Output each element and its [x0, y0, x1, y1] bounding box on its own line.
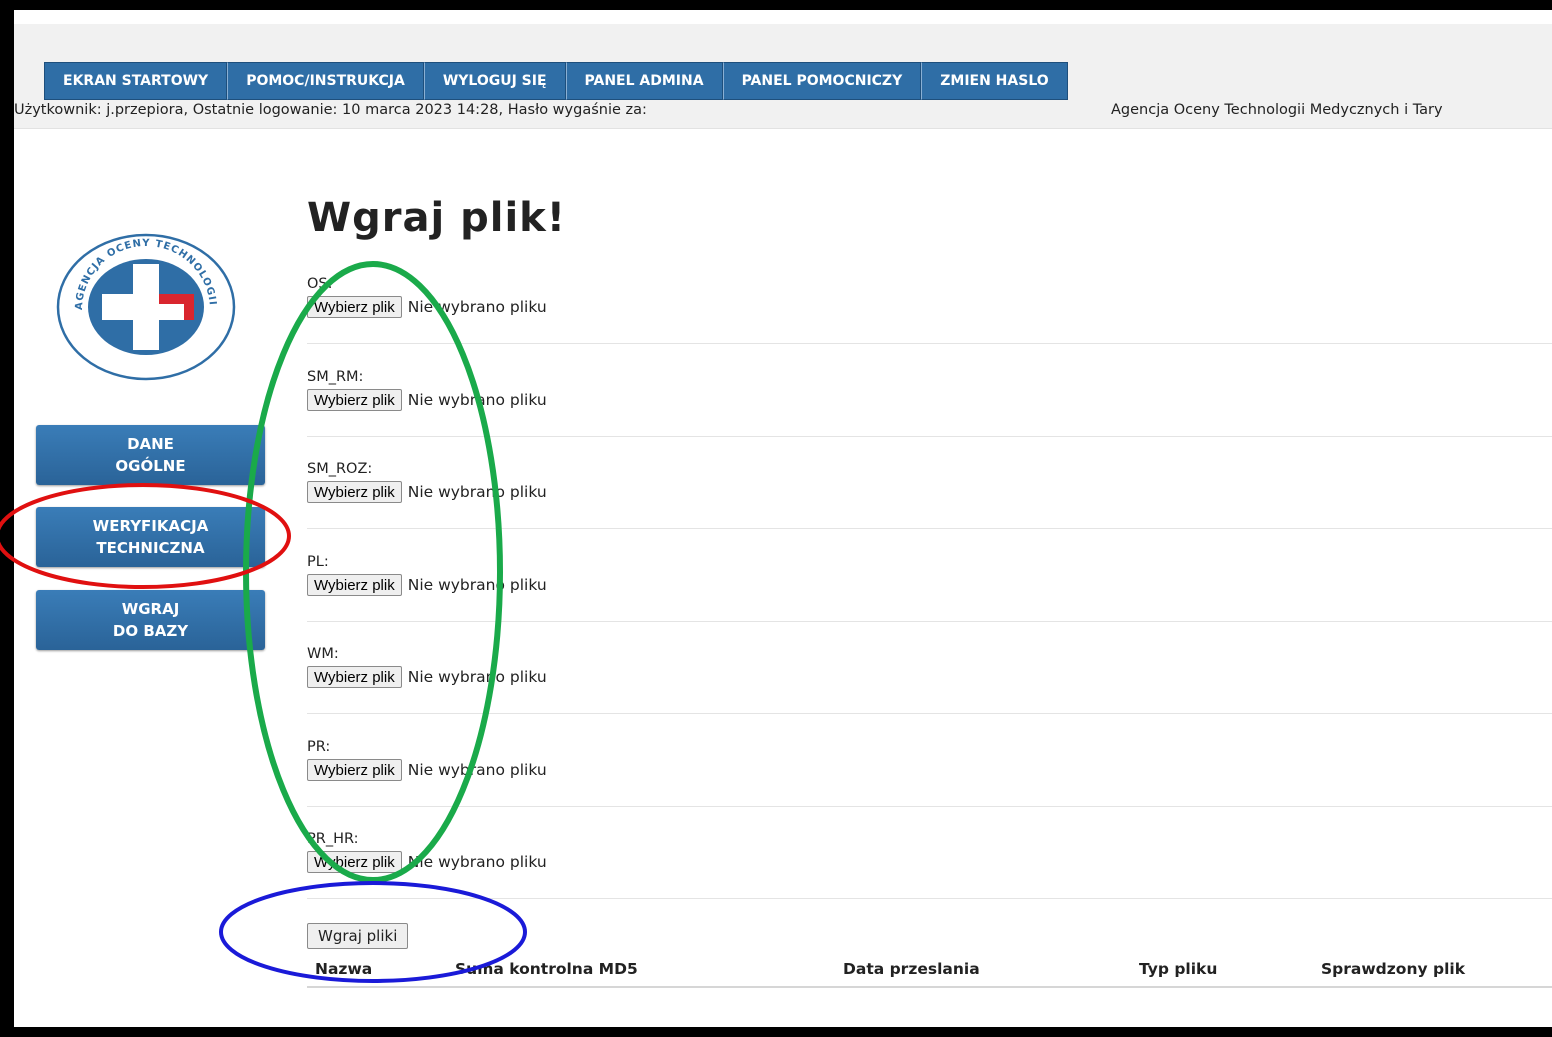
page-title: Wgraj plik! [307, 195, 567, 241]
no-file-text: Nie wybrano pliku [407, 483, 547, 501]
file-field-label: PR: [307, 739, 331, 755]
column-header-checked-file[interactable]: Sprawdzony plik [1321, 960, 1465, 978]
nav-button-help[interactable]: POMOC/INSTRUKCJA [227, 62, 424, 100]
file-input[interactable]: Wybierz plik Nie wybrano pliku [307, 389, 1552, 411]
file-input[interactable]: Wybierz plik Nie wybrano pliku [307, 666, 1552, 688]
sidebar-item-label: TECHNICZNA [96, 539, 205, 557]
choose-file-button[interactable]: Wybierz plik [307, 851, 402, 873]
sidebar-item-label: OGÓLNE [115, 457, 186, 475]
file-field-label: PL: [307, 554, 329, 570]
sidebar-item-label: WGRAJ [121, 600, 180, 618]
no-file-text: Nie wybrano pliku [407, 761, 547, 779]
choose-file-button[interactable]: Wybierz plik [307, 481, 402, 503]
no-file-text: Nie wybrano pliku [407, 391, 547, 409]
top-bar: EKRAN STARTOWY POMOC/INSTRUKCJA WYLOGUJ … [14, 24, 1552, 129]
organization-name: Agencja Oceny Technologii Medycznych i T… [1111, 102, 1443, 118]
file-field-label: SM_ROZ: [307, 461, 373, 477]
no-file-text: Nie wybrano pliku [407, 668, 547, 686]
nav-button-helper-panel[interactable]: PANEL POMOCNICZY [722, 62, 922, 100]
upload-files-button[interactable]: Wgraj pliki [307, 923, 409, 949]
sidebar-item-upload-to-database[interactable]: WGRAJ DO BAZY [36, 590, 265, 650]
sidebar-item-general-data[interactable]: DANE OGÓLNE [36, 425, 265, 485]
choose-file-button[interactable]: Wybierz plik [307, 389, 402, 411]
sidebar-item-label: WERYFIKACJA [92, 517, 209, 535]
file-field-pl: PL: Wybierz plik Nie wybrano pliku [307, 554, 1552, 622]
no-file-text: Nie wybrano pliku [407, 576, 547, 594]
file-field-sm-roz: SM_ROZ: Wybierz plik Nie wybrano pliku [307, 461, 1552, 529]
files-table-header: Nazwa Suma kontrolna MD5 Data przeslania… [307, 954, 1552, 988]
file-input[interactable]: Wybierz plik Nie wybrano pliku [307, 481, 1552, 503]
agency-logo: AGENCJA OCENY TECHNOLOGII MEDYCZNYCH I T… [54, 232, 236, 381]
nav-button-change-password[interactable]: ZMIEN HASLO [921, 62, 1068, 100]
nav-button-start-screen[interactable]: EKRAN STARTOWY [44, 62, 228, 100]
nav-button-logout[interactable]: WYLOGUJ SIĘ [423, 62, 566, 100]
file-field-pr: PR: Wybierz plik Nie wybrano pliku [307, 739, 1552, 807]
file-input[interactable]: Wybierz plik Nie wybrano pliku [307, 574, 1552, 596]
file-field-label: PR_HR: [307, 831, 359, 847]
sidebar-item-technical-verification[interactable]: WERYFIKACJA TECHNICZNA [36, 507, 265, 567]
file-input[interactable]: Wybierz plik Nie wybrano pliku [307, 759, 1552, 781]
choose-file-button[interactable]: Wybierz plik [307, 759, 402, 781]
choose-file-button[interactable]: Wybierz plik [307, 296, 402, 318]
column-header-md5[interactable]: Suma kontrolna MD5 [455, 960, 638, 978]
choose-file-button[interactable]: Wybierz plik [307, 574, 402, 596]
sidebar-item-label: DANE [127, 435, 174, 453]
file-field-label: OS: [307, 276, 333, 292]
app-window: EKRAN STARTOWY POMOC/INSTRUKCJA WYLOGUJ … [14, 10, 1552, 1027]
file-field-label: WM: [307, 646, 339, 662]
sidebar-item-label: DO BAZY [112, 622, 189, 640]
choose-file-button[interactable]: Wybierz plik [307, 666, 402, 688]
file-field-wm: WM: Wybierz plik Nie wybrano pliku [307, 646, 1552, 714]
nav-button-admin-panel[interactable]: PANEL ADMINA [565, 62, 723, 100]
no-file-text: Nie wybrano pliku [407, 298, 547, 316]
column-header-name[interactable]: Nazwa [315, 960, 372, 978]
file-field-label: SM_RM: [307, 369, 364, 385]
file-input[interactable]: Wybierz plik Nie wybrano pliku [307, 851, 1552, 873]
file-field-pr-hr: PR_HR: Wybierz plik Nie wybrano pliku [307, 831, 1552, 899]
column-header-file-type[interactable]: Typ pliku [1139, 960, 1217, 978]
file-input[interactable]: Wybierz plik Nie wybrano pliku [307, 296, 1552, 318]
file-field-sm-rm: SM_RM: Wybierz plik Nie wybrano pliku [307, 369, 1552, 437]
file-field-os: OS: Wybierz plik Nie wybrano pliku [307, 276, 1552, 344]
nav-bar: EKRAN STARTOWY POMOC/INSTRUKCJA WYLOGUJ … [44, 62, 1068, 100]
no-file-text: Nie wybrano pliku [407, 853, 547, 871]
user-status-line: Użytkownik: j.przepiora, Ostatnie logowa… [14, 102, 647, 118]
column-header-upload-date[interactable]: Data przeslania [843, 960, 980, 978]
